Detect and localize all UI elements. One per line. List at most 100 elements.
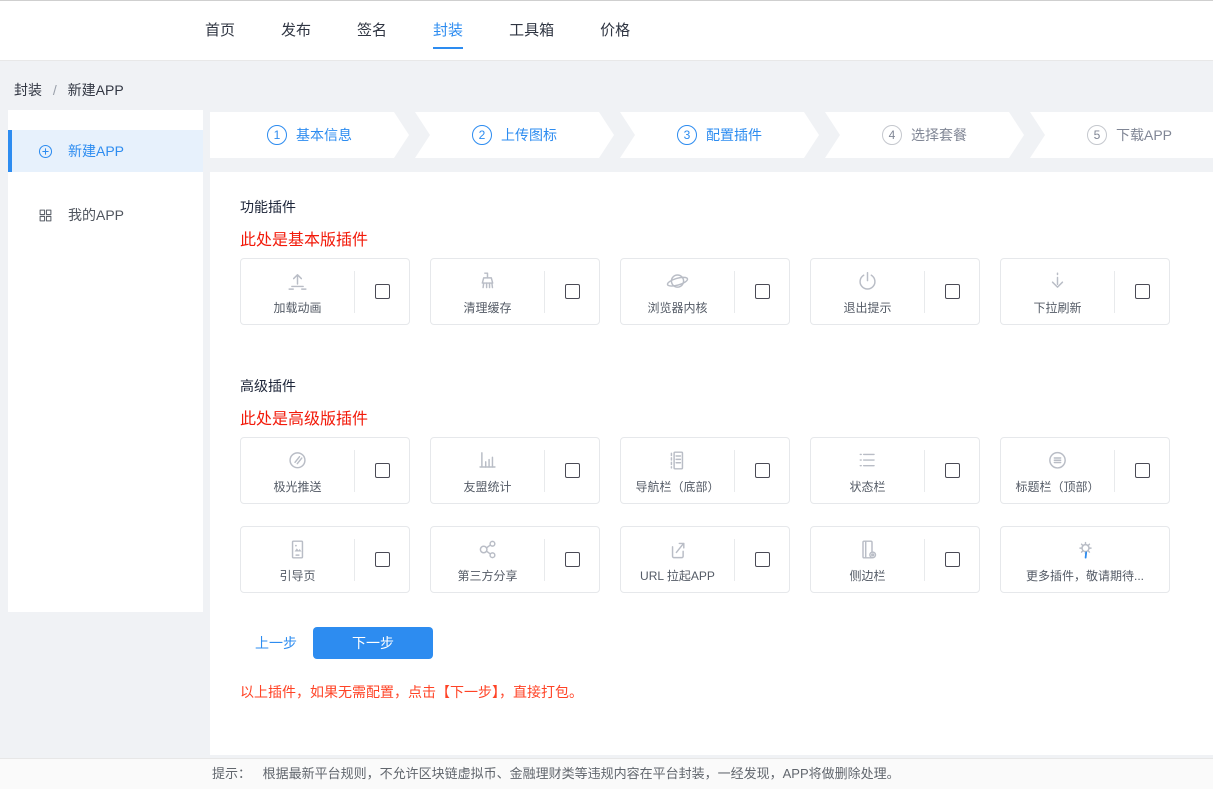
plugin-card-content: 下拉刷新 bbox=[1001, 268, 1114, 316]
plugin-card-content: 清理缓存 bbox=[431, 268, 544, 316]
plugin-card-content: 侧边栏 bbox=[811, 536, 924, 584]
step-5[interactable]: 5下载APP bbox=[1030, 112, 1213, 158]
section-note-advanced: 此处是高级版插件 bbox=[240, 409, 1183, 431]
plugin-label: URL 拉起APP bbox=[640, 567, 715, 584]
plugin-checkbox[interactable] bbox=[755, 284, 770, 299]
step-number: 1 bbox=[267, 125, 287, 145]
plugin-label: 状态栏 bbox=[849, 478, 885, 495]
sidebar-item-label: 新建APP bbox=[68, 141, 124, 161]
plugin-checkbox[interactable] bbox=[565, 552, 580, 567]
plugin-label: 浏览器内核 bbox=[647, 299, 707, 316]
plugin-card[interactable]: 状态栏 bbox=[810, 437, 980, 504]
next-step-button[interactable]: 下一步 bbox=[313, 627, 433, 659]
nav-item-1[interactable]: 发布 bbox=[281, 20, 311, 42]
plugin-checkbox[interactable] bbox=[565, 284, 580, 299]
plugin-config-panel: 功能插件 此处是基本版插件 加载动画清理缓存浏览器内核退出提示下拉刷新 高级插件… bbox=[210, 172, 1213, 755]
plugin-card[interactable]: 清理缓存 bbox=[430, 258, 600, 325]
step-3[interactable]: 3配置插件 bbox=[620, 112, 819, 158]
step-number: 4 bbox=[882, 125, 902, 145]
plugin-card[interactable]: 引导页 bbox=[240, 526, 410, 593]
plugin-checkbox[interactable] bbox=[945, 284, 960, 299]
breadcrumb: 封装 / 新建APP bbox=[14, 80, 124, 100]
checkbox-zone bbox=[925, 463, 979, 478]
checkbox-zone bbox=[925, 284, 979, 299]
checkbox-zone bbox=[355, 463, 409, 478]
nav-item-2[interactable]: 签名 bbox=[357, 20, 387, 42]
plugin-card[interactable]: 导航栏（底部） bbox=[620, 437, 790, 504]
nav-item-5[interactable]: 价格 bbox=[600, 20, 630, 42]
more-plugins-icon bbox=[1072, 536, 1099, 563]
tip-text: 根据最新平台规则，不允许区块链虚拟币、金融理财类等违规内容在平台封装，一经发现，… bbox=[263, 766, 900, 781]
advanced-plugin-cards: 极光推送 友盟统计导航栏（底部） 状态栏 标题栏（顶部） 引导页 第三方分享 URL 拉起A… bbox=[240, 437, 1183, 593]
step-1[interactable]: 1基本信息 bbox=[210, 112, 409, 158]
package-hint: 以上插件，如果无需配置，点击【下一步】，直接打包。 bbox=[240, 682, 1183, 702]
plugin-checkbox[interactable] bbox=[945, 552, 960, 567]
step-label: 下载APP bbox=[1116, 125, 1172, 145]
plugin-card-content: 退出提示 bbox=[811, 268, 924, 316]
main-nav: 首页 发布 签名 封装 工具箱 价格 bbox=[205, 20, 630, 42]
nav-item-4[interactable]: 工具箱 bbox=[509, 20, 554, 42]
plugin-checkbox[interactable] bbox=[375, 463, 390, 478]
section-note-basic: 此处是基本版插件 bbox=[240, 230, 1183, 252]
plugin-card-content: 友盟统计 bbox=[431, 447, 544, 495]
navbar-bottom-icon bbox=[664, 447, 691, 474]
plugin-checkbox[interactable] bbox=[375, 552, 390, 567]
plugin-card-content: 极光推送 bbox=[241, 447, 354, 495]
browser-kernel-icon bbox=[664, 268, 691, 295]
plugin-card-content: 更多插件，敬请期待... bbox=[1001, 536, 1169, 584]
plugin-checkbox[interactable] bbox=[945, 463, 960, 478]
sidebar-item-1[interactable]: 我的APP bbox=[8, 194, 203, 236]
plugin-checkbox[interactable] bbox=[1135, 463, 1150, 478]
prev-step-button[interactable]: 上一步 bbox=[255, 633, 297, 653]
checkbox-zone bbox=[735, 284, 789, 299]
exit-prompt-icon bbox=[854, 268, 881, 295]
plugin-card[interactable]: 标题栏（顶部） bbox=[1000, 437, 1170, 504]
plugin-checkbox[interactable] bbox=[755, 552, 770, 567]
plugin-label: 侧边栏 bbox=[849, 567, 885, 584]
plugin-card[interactable]: 下拉刷新 bbox=[1000, 258, 1170, 325]
plus-circle-icon bbox=[36, 142, 55, 161]
plugin-label: 引导页 bbox=[279, 567, 315, 584]
section-title-advanced: 高级插件 bbox=[240, 379, 1183, 393]
basic-plugin-cards: 加载动画清理缓存浏览器内核 退出提示 下拉刷新 bbox=[240, 258, 1183, 325]
plugin-card[interactable]: 浏览器内核 bbox=[620, 258, 790, 325]
plugin-label: 极光推送 bbox=[273, 478, 321, 495]
top-navigation: 首页 发布 签名 封装 工具箱 价格 bbox=[0, 0, 1213, 61]
plugin-checkbox[interactable] bbox=[565, 463, 580, 478]
sidebar-item-0[interactable]: 新建APP bbox=[8, 130, 203, 172]
checkbox-zone bbox=[545, 463, 599, 478]
plugin-card[interactable]: 第三方分享 bbox=[430, 526, 600, 593]
clear-cache-icon bbox=[474, 268, 501, 295]
plugin-card[interactable]: 友盟统计 bbox=[430, 437, 600, 504]
grid-icon bbox=[36, 206, 55, 225]
pull-refresh-icon bbox=[1044, 268, 1071, 295]
titlebar-top-icon bbox=[1044, 447, 1071, 474]
plugin-card[interactable]: 极光推送 bbox=[240, 437, 410, 504]
loading-animation-icon bbox=[284, 268, 311, 295]
third-party-share-icon bbox=[474, 536, 501, 563]
plugin-checkbox[interactable] bbox=[1135, 284, 1150, 299]
plugin-card[interactable]: URL 拉起APP bbox=[620, 526, 790, 593]
plugin-card[interactable]: 更多插件，敬请期待... bbox=[1000, 526, 1170, 593]
checkbox-zone bbox=[545, 284, 599, 299]
plugin-card[interactable]: 侧边栏 bbox=[810, 526, 980, 593]
sidebar-plugin-icon bbox=[854, 536, 881, 563]
plugin-card[interactable]: 退出提示 bbox=[810, 258, 980, 325]
plugin-checkbox[interactable] bbox=[375, 284, 390, 299]
plugin-label: 导航栏（底部） bbox=[635, 478, 719, 495]
plugin-card-content: 状态栏 bbox=[811, 447, 924, 495]
breadcrumb-section[interactable]: 封装 bbox=[14, 82, 42, 98]
step-2[interactable]: 2上传图标 bbox=[415, 112, 614, 158]
umeng-stats-icon bbox=[474, 447, 501, 474]
nav-item-3[interactable]: 封装 bbox=[433, 20, 463, 42]
checkbox-zone bbox=[355, 552, 409, 567]
sidebar: 新建APP 我的APP bbox=[8, 110, 203, 612]
step-label: 上传图标 bbox=[501, 125, 557, 145]
plugin-checkbox[interactable] bbox=[755, 463, 770, 478]
plugin-card-content: 第三方分享 bbox=[431, 536, 544, 584]
checkbox-zone bbox=[545, 552, 599, 567]
plugin-card[interactable]: 加载动画 bbox=[240, 258, 410, 325]
nav-item-0[interactable]: 首页 bbox=[205, 20, 235, 42]
advanced-plugins-section: 高级插件 此处是高级版插件 极光推送 友盟统计导航栏（底部） 状态栏 标题栏（顶部） 引… bbox=[240, 379, 1183, 593]
step-4[interactable]: 4选择套餐 bbox=[825, 112, 1024, 158]
